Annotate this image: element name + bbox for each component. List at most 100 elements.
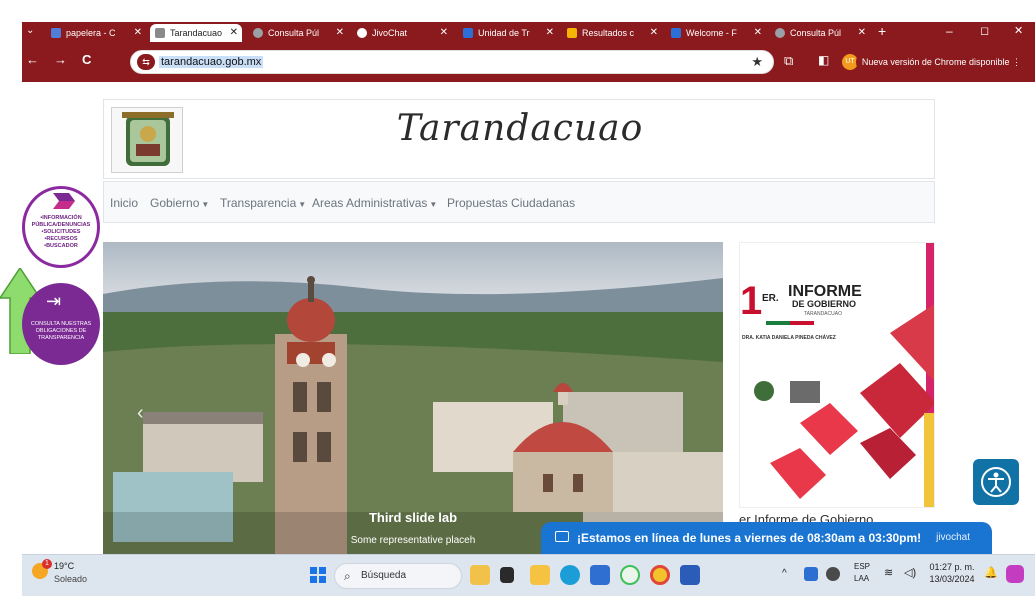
tab-papelera[interactable]: papelera - C ✕: [46, 24, 146, 42]
word-icon[interactable]: [680, 565, 700, 585]
file-explorer-icon[interactable]: [530, 565, 550, 585]
close-tab-icon[interactable]: ✕: [858, 24, 866, 42]
gmail-icon: [51, 28, 61, 38]
transp-line: CONSULTA NUESTRAS: [30, 321, 92, 327]
site-info-icon[interactable]: ⇆: [137, 54, 155, 70]
close-window-button[interactable]: ✕: [1014, 24, 1023, 37]
weather-temp[interactable]: 19°C: [54, 561, 74, 571]
nav-areas-administrativas[interactable]: Areas Administrativas ▼: [312, 196, 437, 210]
clock-time[interactable]: 01:27 p. m.: [928, 562, 976, 572]
site-icon: [671, 28, 681, 38]
nav-label: Propuestas Ciudadanas: [447, 196, 576, 210]
informe-number: 1: [740, 279, 763, 323]
church-photo: [103, 242, 723, 554]
copilot-icon[interactable]: [1006, 565, 1024, 583]
back-button[interactable]: ←: [26, 52, 39, 67]
jivochat-bar[interactable]: ¡Estamos en línea de lunes a viernes de …: [541, 522, 992, 554]
reload-button[interactable]: C: [82, 52, 91, 67]
tab-search-chevron-icon[interactable]: ⌄: [26, 25, 34, 36]
address-bar[interactable]: ⇆ tarandacuao.gob.mx ★: [130, 50, 774, 74]
weather-condition[interactable]: Soleado: [54, 574, 87, 584]
edge-icon[interactable]: [560, 565, 580, 585]
volume-icon[interactable]: ◁): [904, 566, 916, 579]
tab-consulta-publica-2[interactable]: Consulta Púl ✕: [770, 24, 870, 42]
info-line: •BUSCADOR: [44, 243, 78, 249]
onedrive-icon[interactable]: [804, 567, 818, 581]
nav-propuestas-ciudadanas[interactable]: Propuestas Ciudadanas: [447, 196, 575, 210]
browser-tab-strip: ⌄ papelera - C ✕ Tarandacuao ✕ Consulta …: [22, 22, 1035, 42]
close-tab-icon[interactable]: ✕: [754, 24, 762, 42]
caret-down-icon: ▼: [201, 200, 210, 209]
chevron-logo-icon: [53, 193, 75, 209]
whatsapp-icon[interactable]: [620, 565, 640, 585]
tab-unidad-transparencia[interactable]: Unidad de Tr ✕: [458, 24, 558, 42]
close-tab-icon[interactable]: ✕: [546, 24, 554, 42]
extensions-icon[interactable]: ⧉: [784, 53, 793, 69]
minimize-button[interactable]: –: [946, 24, 953, 38]
close-tab-icon[interactable]: ✕: [230, 24, 238, 42]
tab-tarandacuao[interactable]: Tarandacuao ✕: [150, 24, 242, 42]
info-line: •SOLICITUDES: [41, 229, 81, 235]
close-tab-icon[interactable]: ✕: [134, 24, 142, 42]
screen: ⌄ papelera - C ✕ Tarandacuao ✕ Consulta …: [0, 0, 1035, 596]
tab-welcome[interactable]: Welcome - F ✕: [666, 24, 766, 42]
chrome-icon[interactable]: [650, 565, 670, 585]
nav-label: Gobierno: [150, 196, 200, 210]
caret-down-icon: ▼: [298, 200, 307, 209]
notification-bell-icon[interactable]: 🔔: [984, 566, 998, 579]
forward-button[interactable]: →: [54, 52, 67, 67]
restore-button[interactable]: ◻: [980, 24, 989, 37]
new-tab-button[interactable]: +: [878, 23, 886, 39]
site-icon: [463, 28, 473, 38]
carousel-prev-control[interactable]: ‹: [137, 402, 144, 425]
jivochat-icon: [357, 28, 367, 38]
tab-resultados[interactable]: Resultados c ✕: [562, 24, 662, 42]
sign-in-icon: ⇥: [46, 291, 62, 311]
widgets-icon[interactable]: [470, 565, 490, 585]
clock-date[interactable]: 13/03/2024: [922, 574, 982, 584]
search-placeholder: Búsqueda: [361, 570, 407, 581]
side-panel-icon[interactable]: ◧: [818, 53, 829, 67]
bookmark-star-icon[interactable]: ★: [751, 54, 763, 70]
tab-title: papelera - C: [66, 28, 116, 38]
informe-gobierno-banner[interactable]: 1 ER. INFORME DE GOBIERNO TARANDACUAO DR…: [739, 242, 935, 508]
nav-gobierno[interactable]: Gobierno ▼: [150, 196, 209, 210]
tab-title: Tarandacuao: [170, 28, 223, 38]
tab-title: Consulta Púl: [268, 28, 320, 38]
taskbar-search[interactable]: ⌕ Búsqueda: [334, 563, 462, 589]
tray-overflow-icon[interactable]: ^: [782, 568, 787, 579]
close-tab-icon[interactable]: ✕: [650, 24, 658, 42]
nav-transparencia[interactable]: Transparencia ▼: [220, 196, 306, 210]
site-title: Tarandacuao: [396, 108, 644, 149]
tab-title: Resultados c: [582, 28, 635, 38]
informe-presidenta: DRA. KATIA DANIELA PINEDA CHÁVEZ: [742, 335, 836, 341]
tab-jivochat[interactable]: JivoChat ✕: [352, 24, 452, 42]
transp-line: OBLIGACIONES DE: [35, 328, 87, 334]
input-language-bottom[interactable]: LAA: [854, 574, 869, 583]
sync-icon[interactable]: [826, 567, 840, 581]
main-nav: Inicio Gobierno ▼ Transparencia ▼ Areas Ad…: [103, 181, 935, 223]
task-view-icon[interactable]: [500, 567, 514, 583]
windows-start-icon[interactable]: [310, 567, 326, 583]
input-language-top[interactable]: ESP: [854, 562, 870, 571]
chrome-update-button[interactable]: Nueva versión de Chrome disponible ⋮: [855, 50, 1027, 74]
tab-title: Welcome - F: [686, 28, 737, 38]
nav-inicio[interactable]: Inicio: [110, 196, 138, 210]
accessibility-button[interactable]: [973, 459, 1019, 505]
wifi-icon[interactable]: ≋: [884, 566, 893, 579]
close-tab-icon[interactable]: ✕: [440, 24, 448, 42]
informe-municipio: TARANDACUAO: [804, 311, 842, 317]
hero-carousel[interactable]: ‹ Third slide lab Some representative pl…: [103, 242, 723, 554]
store-icon[interactable]: [590, 565, 610, 585]
tab-consulta-publica[interactable]: Consulta Púl ✕: [248, 24, 348, 42]
url-text[interactable]: tarandacuao.gob.mx: [159, 56, 264, 68]
page-icon: [155, 28, 165, 38]
tab-title: JivoChat: [372, 28, 408, 38]
close-tab-icon[interactable]: ✕: [336, 24, 344, 42]
informacion-publica-text: •INFORMACIÓN PÚBLICA/DENUNCIAS •SOLICITU…: [25, 215, 97, 250]
informacion-publica-button[interactable]: •INFORMACIÓN PÚBLICA/DENUNCIAS •SOLICITU…: [22, 186, 100, 268]
consulta-transparencia-button[interactable]: ⇥ CONSULTA NUESTRAS OBLIGACIONES DE TRAN…: [22, 283, 100, 365]
informe-er: ER.: [762, 293, 779, 304]
update-label: Nueva versión de Chrome disponible: [861, 57, 1010, 67]
globe-icon: [253, 28, 263, 38]
